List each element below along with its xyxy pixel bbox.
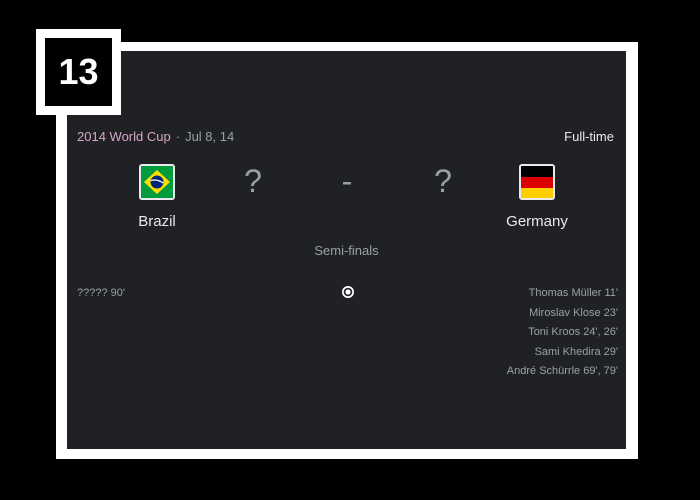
number-badge: 13: [36, 29, 121, 115]
away-score: ?: [434, 163, 452, 199]
soccer-ball-icon: [342, 286, 354, 298]
home-scorer: ????? 90': [77, 287, 125, 299]
score-separator: -: [341, 163, 353, 199]
header-separator: ·: [175, 129, 181, 144]
home-scorers: ????? 90': [77, 287, 125, 299]
match-status: Full-time: [564, 129, 614, 144]
match-date: Jul 8, 14: [185, 129, 235, 144]
badge-number: 13: [45, 38, 112, 106]
away-scorer: André Schürrle 69', 79': [506, 365, 618, 377]
team-home[interactable]: Brazil: [97, 164, 217, 230]
away-scorer: Sami Khedira 29': [534, 345, 618, 358]
competition-label[interactable]: 2014 World Cup: [77, 129, 171, 144]
home-team-name: Brazil: [138, 213, 176, 230]
match-header: 2014 World Cup · Jul 8, 14: [77, 129, 234, 144]
home-score: ?: [244, 163, 262, 199]
germany-flag-icon: [519, 164, 555, 200]
away-scorers: Thomas Müller 11' Miroslav Klose 23' Ton…: [507, 287, 618, 385]
away-team-name: Germany: [506, 213, 568, 230]
match-stage: Semi-finals: [314, 243, 379, 258]
away-scorer: Thomas Müller 11': [528, 287, 618, 299]
team-away[interactable]: Germany: [477, 164, 597, 230]
away-scorer: Toni Kroos 24', 26': [528, 326, 618, 338]
match-card[interactable]: 2014 World Cup · Jul 8, 14 Full-time Brazi…: [67, 51, 626, 449]
brazil-flag-icon: [139, 164, 175, 200]
away-scorer: Miroslav Klose 23': [529, 306, 618, 319]
